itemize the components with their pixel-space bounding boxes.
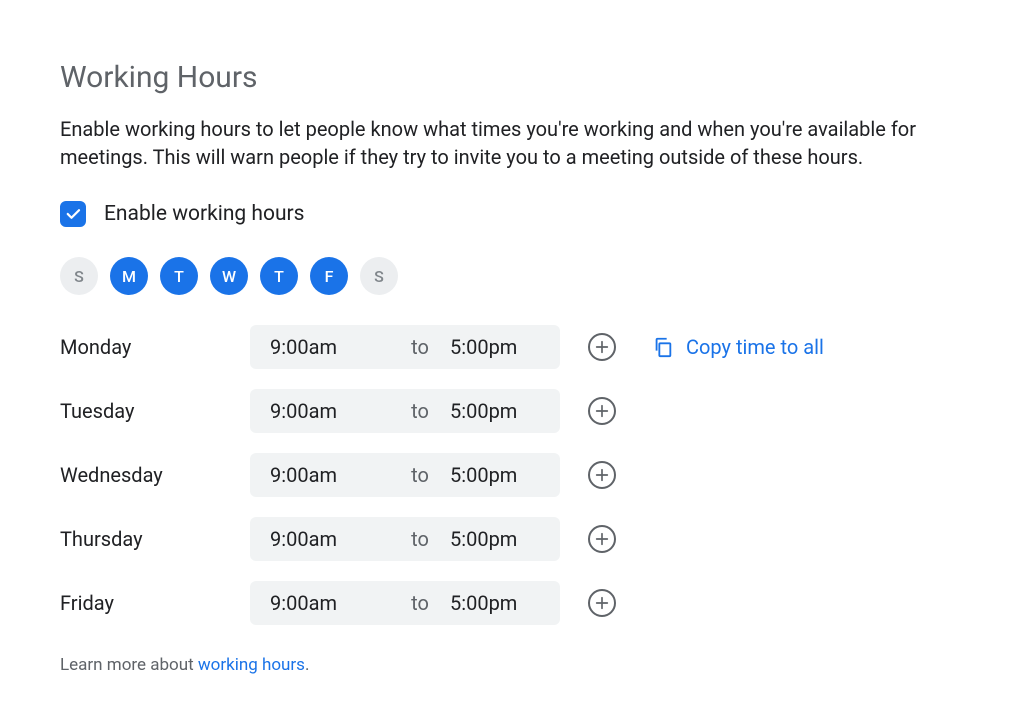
- day-selector: S M T W T F S: [60, 257, 964, 295]
- working-hours-link[interactable]: working hours: [198, 655, 305, 675]
- footer-suffix: .: [305, 655, 309, 675]
- time-range: 9:00am to 5:00pm: [250, 581, 560, 625]
- schedule-list: Monday 9:00am to 5:00pm Copy time to all…: [60, 325, 964, 625]
- plus-icon: [594, 467, 610, 483]
- copy-icon: [652, 336, 674, 358]
- add-time-button[interactable]: [588, 589, 616, 617]
- to-label: to: [390, 527, 450, 551]
- day-label: Friday: [60, 591, 230, 615]
- start-time[interactable]: 9:00am: [270, 399, 390, 423]
- schedule-row-wednesday: Wednesday 9:00am to 5:00pm: [60, 453, 964, 497]
- plus-icon: [594, 595, 610, 611]
- day-monday[interactable]: M: [110, 257, 148, 295]
- plus-icon: [594, 403, 610, 419]
- start-time[interactable]: 9:00am: [270, 591, 390, 615]
- day-sunday[interactable]: S: [60, 257, 98, 295]
- copy-label: Copy time to all: [686, 335, 824, 359]
- to-label: to: [390, 463, 450, 487]
- day-label: Monday: [60, 335, 230, 359]
- day-label: Wednesday: [60, 463, 230, 487]
- day-label: Tuesday: [60, 399, 230, 423]
- schedule-row-thursday: Thursday 9:00am to 5:00pm: [60, 517, 964, 561]
- end-time[interactable]: 5:00pm: [450, 591, 517, 615]
- day-thursday[interactable]: T: [260, 257, 298, 295]
- time-range: 9:00am to 5:00pm: [250, 389, 560, 433]
- add-time-button[interactable]: [588, 333, 616, 361]
- schedule-row-monday: Monday 9:00am to 5:00pm Copy time to all: [60, 325, 964, 369]
- to-label: to: [390, 399, 450, 423]
- footer-prefix: Learn more about: [60, 655, 198, 675]
- add-time-button[interactable]: [588, 525, 616, 553]
- to-label: to: [390, 591, 450, 615]
- plus-icon: [594, 339, 610, 355]
- schedule-row-friday: Friday 9:00am to 5:00pm: [60, 581, 964, 625]
- footer: Learn more about working hours.: [60, 655, 964, 675]
- end-time[interactable]: 5:00pm: [450, 463, 517, 487]
- page-title: Working Hours: [60, 60, 964, 95]
- day-wednesday[interactable]: W: [210, 257, 248, 295]
- end-time[interactable]: 5:00pm: [450, 399, 517, 423]
- end-time[interactable]: 5:00pm: [450, 335, 517, 359]
- check-icon: [64, 205, 82, 223]
- enable-label: Enable working hours: [104, 202, 305, 226]
- add-time-button[interactable]: [588, 461, 616, 489]
- enable-checkbox[interactable]: [60, 201, 86, 227]
- time-range: 9:00am to 5:00pm: [250, 453, 560, 497]
- time-range: 9:00am to 5:00pm: [250, 325, 560, 369]
- schedule-row-tuesday: Tuesday 9:00am to 5:00pm: [60, 389, 964, 433]
- day-saturday[interactable]: S: [360, 257, 398, 295]
- day-tuesday[interactable]: T: [160, 257, 198, 295]
- to-label: to: [390, 335, 450, 359]
- description: Enable working hours to let people know …: [60, 115, 964, 171]
- time-range: 9:00am to 5:00pm: [250, 517, 560, 561]
- enable-row: Enable working hours: [60, 201, 964, 227]
- start-time[interactable]: 9:00am: [270, 527, 390, 551]
- day-friday[interactable]: F: [310, 257, 348, 295]
- plus-icon: [594, 531, 610, 547]
- end-time[interactable]: 5:00pm: [450, 527, 517, 551]
- start-time[interactable]: 9:00am: [270, 335, 390, 359]
- copy-time-to-all-button[interactable]: Copy time to all: [652, 335, 824, 359]
- day-label: Thursday: [60, 527, 230, 551]
- start-time[interactable]: 9:00am: [270, 463, 390, 487]
- add-time-button[interactable]: [588, 397, 616, 425]
